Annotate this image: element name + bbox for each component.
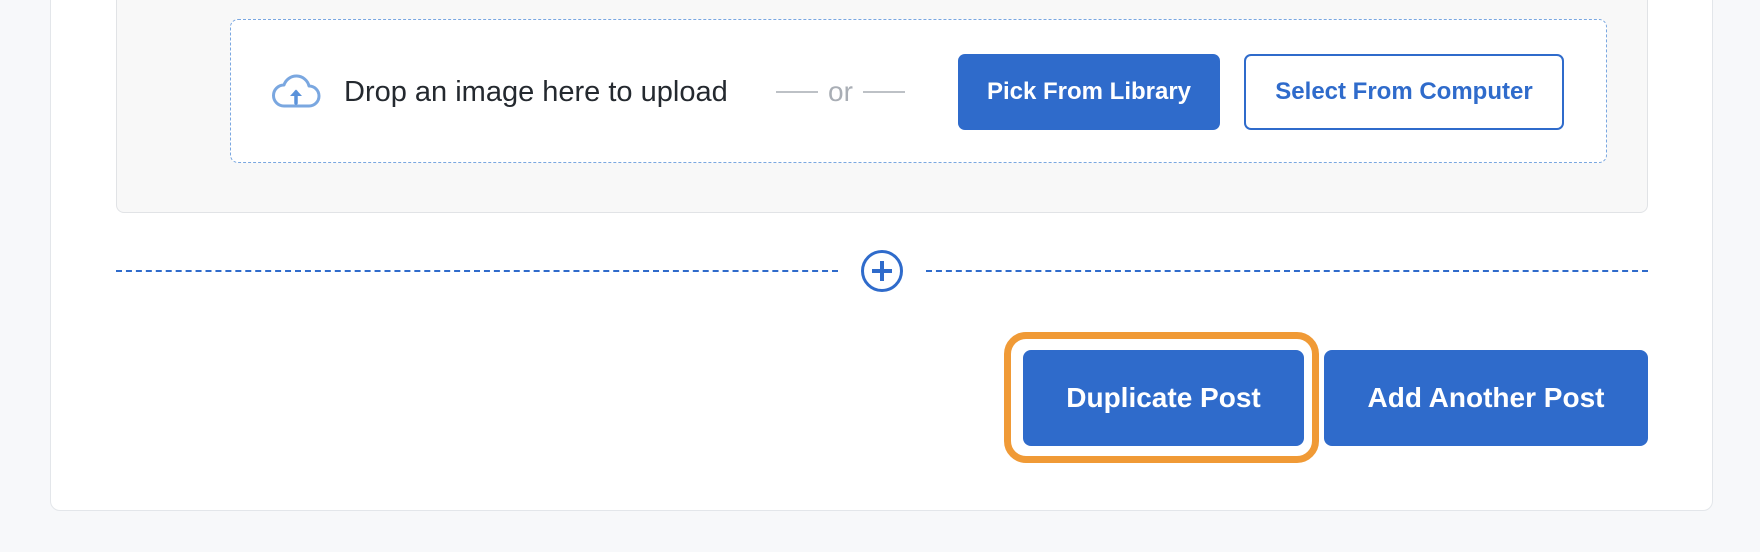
duplicate-post-button[interactable]: Duplicate Post: [1023, 350, 1304, 446]
plus-circle-icon[interactable]: [861, 250, 903, 292]
select-from-computer-button[interactable]: Select From Computer: [1244, 54, 1564, 130]
separator-line: [862, 91, 905, 93]
separator-line: [776, 91, 818, 93]
or-separator: or: [776, 72, 905, 112]
insert-divider-left: [116, 270, 838, 272]
or-label: or: [828, 76, 853, 107]
pick-from-library-button[interactable]: Pick From Library: [958, 54, 1220, 130]
insert-divider-right: [926, 270, 1648, 272]
cloud-upload-icon: [272, 74, 321, 108]
add-another-post-button[interactable]: Add Another Post: [1324, 350, 1648, 446]
dropzone-label: Drop an image here to upload: [344, 76, 728, 108]
